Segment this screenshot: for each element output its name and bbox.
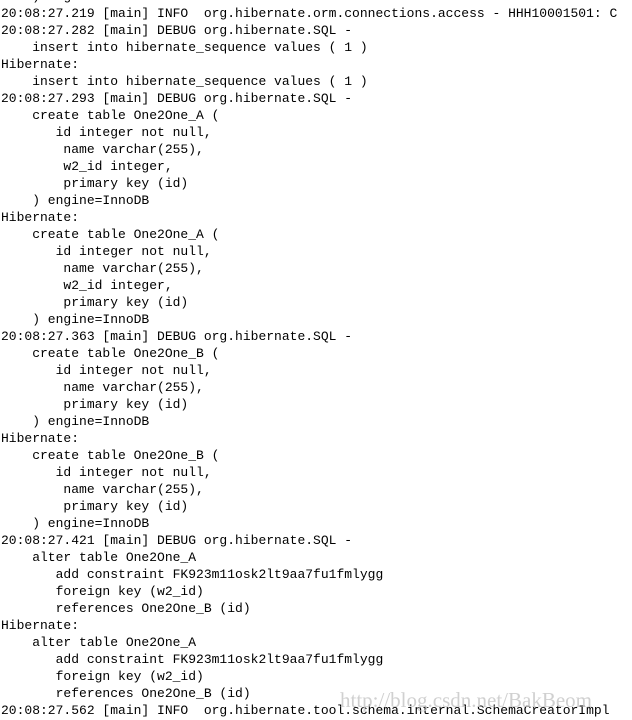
log-line: name varchar(255), xyxy=(1,380,204,395)
log-line: Hibernate: xyxy=(1,57,80,72)
log-line: id integer not null, xyxy=(1,363,212,378)
log-line: id integer not null, xyxy=(1,125,212,140)
log-line: Hibernate: xyxy=(1,618,80,633)
log-line: ) engine=InnoDB xyxy=(1,312,150,327)
log-line: name varchar(255), xyxy=(1,142,204,157)
log-line: add constraint FK923m11osk2lt9aa7fu1fmly… xyxy=(1,567,384,582)
log-line: name varchar(255), xyxy=(1,482,204,497)
log-line: id integer not null, xyxy=(1,465,212,480)
log-line: create table One2One_A ( xyxy=(1,108,220,123)
log-line: references One2One_B (id) xyxy=(1,601,251,616)
log-line: create table One2One_B ( xyxy=(1,346,220,361)
log-line: add constraint FK923m11osk2lt9aa7fu1fmly… xyxy=(1,652,384,667)
log-line: alter table One2One_A xyxy=(1,635,197,650)
log-line: create table One2One_A ( xyxy=(1,227,220,242)
log-line: Hibernate: xyxy=(1,210,80,225)
log-line: insert into hibernate_sequence values ( … xyxy=(1,74,368,89)
log-line: ) engine=InnoDB xyxy=(1,414,150,429)
log-line: primary key (id) xyxy=(1,499,189,514)
log-line: foreign key (w2_id) xyxy=(1,584,204,599)
log-line: primary key (id) xyxy=(1,295,189,310)
log-line: 20:08:27.421 [main] DEBUG org.hibernate.… xyxy=(1,533,353,548)
log-line: 20:08:27.293 [main] DEBUG org.hibernate.… xyxy=(1,91,353,106)
log-line: insert into hibernate_sequence values ( … xyxy=(1,40,368,55)
console-output: ) engine=InnoDB 20:08:27.219 [main] INFO … xyxy=(1,0,617,719)
log-line: 20:08:27.219 [main] INFO org.hibernate.o… xyxy=(1,6,618,21)
log-line: name varchar(255), xyxy=(1,261,204,276)
log-line: primary key (id) xyxy=(1,397,189,412)
log-line: ) engine=InnoDB xyxy=(1,516,150,531)
log-line: foreign key (w2_id) xyxy=(1,669,204,684)
log-line: 20:08:27.282 [main] DEBUG org.hibernate.… xyxy=(1,23,353,38)
log-line: Hibernate: xyxy=(1,431,80,446)
log-line: primary key (id) xyxy=(1,176,189,191)
watermark: http://blog.csdn.net/BakBeom xyxy=(340,688,592,712)
log-line: alter table One2One_A xyxy=(1,550,197,565)
log-line: w2_id integer, xyxy=(1,159,173,174)
log-line: id integer not null, xyxy=(1,244,212,259)
log-line: 20:08:27.363 [main] DEBUG org.hibernate.… xyxy=(1,329,353,344)
log-line: create table One2One_B ( xyxy=(1,448,220,463)
log-line: ) engine=InnoDB xyxy=(1,193,150,208)
log-line: w2_id integer, xyxy=(1,278,173,293)
